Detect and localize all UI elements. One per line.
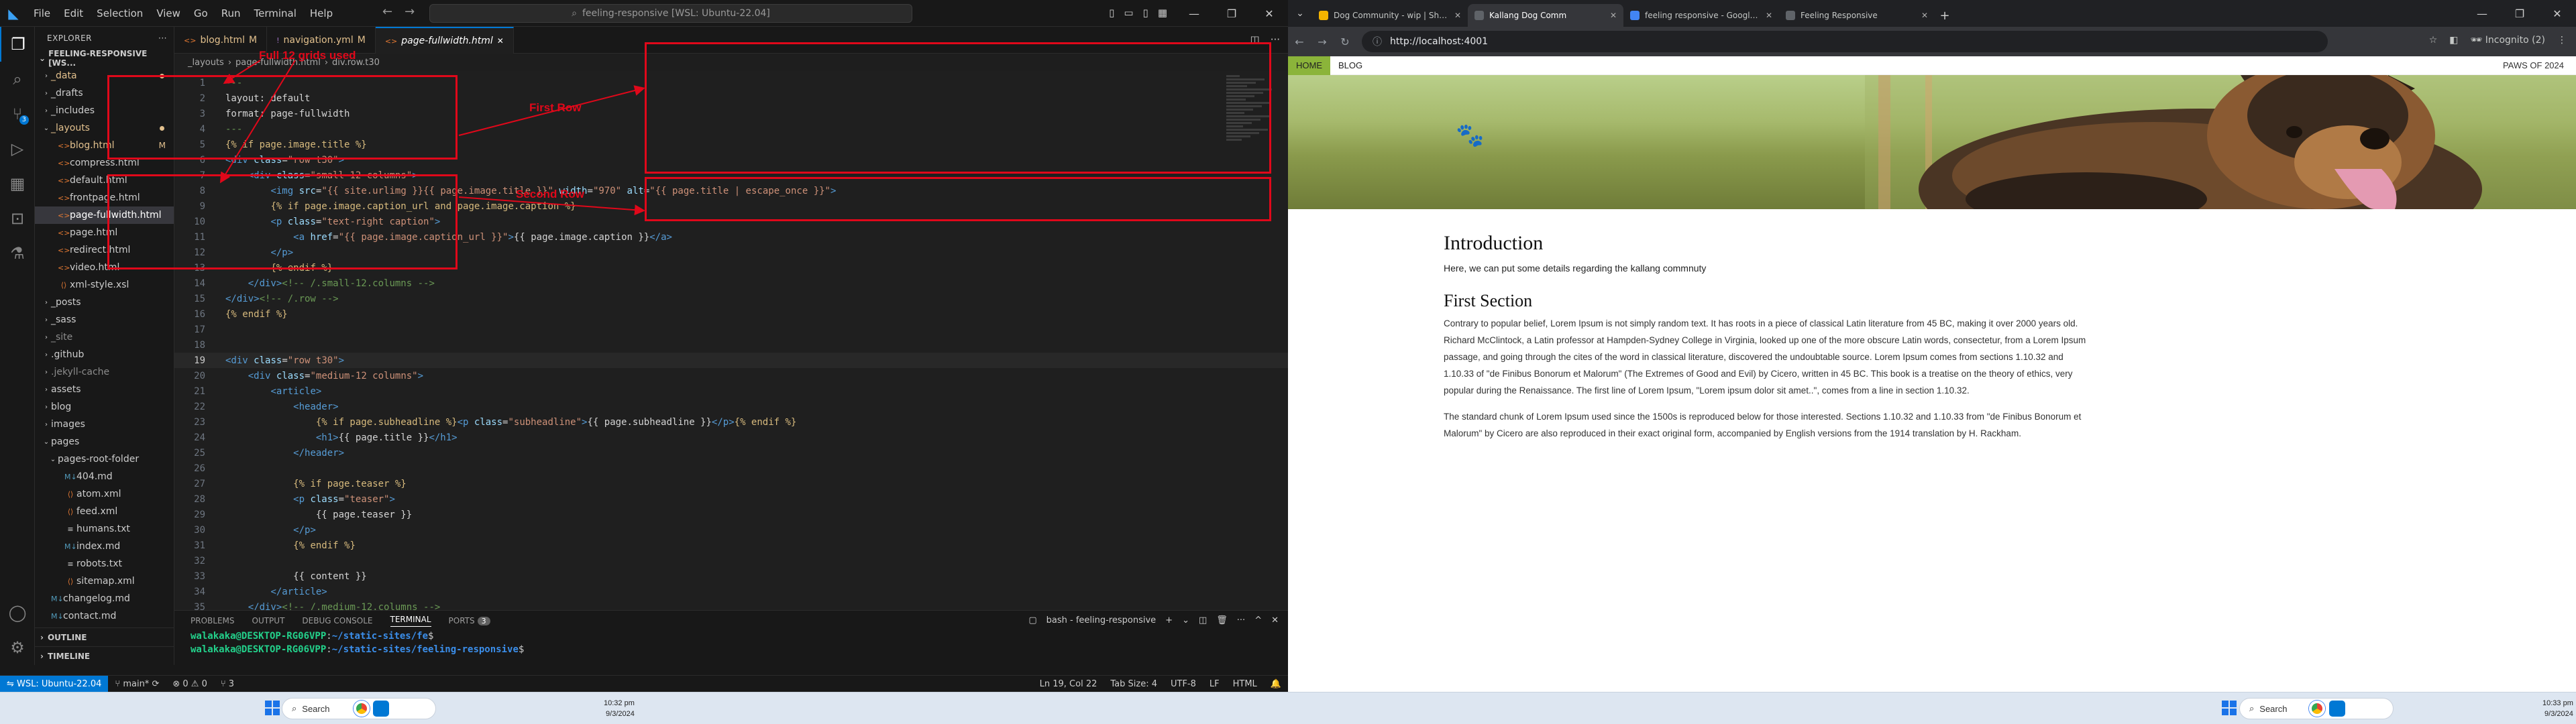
url-text: http://localhost:4001 [1390, 36, 1489, 47]
vscode-app-icon[interactable] [2329, 701, 2345, 717]
clock-left[interactable]: 10:32 pm 9/3/2024 [604, 698, 635, 719]
arrow-to-web-second-row [458, 196, 645, 216]
back-arrow-icon[interactable]: ← [1288, 36, 1311, 48]
webpage: HOME BLOG PAWS OF 2024 🐾 Introduction He… [1288, 56, 2576, 692]
tab-search-icon[interactable]: ⌄ [1288, 0, 1312, 27]
favicon-icon [1319, 11, 1328, 20]
chrome-tabs: Dog Community - wip | Shafik ✕ Kallang Dog… [1312, 4, 1935, 27]
close-tab-icon[interactable]: ✕ [1454, 11, 1461, 20]
paragraph-1: Contrary to popular belief, Lorem Ipsum … [1444, 318, 2086, 396]
chrome-toolbar: ← → ↻ ⓘ http://localhost:4001 ☆ ◧ 🕶 Inco… [1288, 27, 2576, 56]
forward-arrow-icon[interactable]: → [1311, 36, 1334, 48]
browser-tab-title: Dog Community - wip | Shafik [1334, 11, 1449, 20]
menu-kebab-icon[interactable]: ⋮ [2557, 35, 2567, 46]
arrow-to-small-12 [223, 60, 261, 84]
annotation-arrows [219, 60, 645, 216]
close-tab-icon[interactable]: ✕ [1766, 11, 1772, 20]
browser-tab[interactable]: feeling responsive - Google Se ✕ [1623, 4, 1779, 27]
browser-tab[interactable]: Dog Community - wip | Shafik ✕ [1312, 4, 1468, 27]
chrome-app-icon[interactable] [2309, 701, 2325, 717]
site-navbar: HOME BLOG PAWS OF 2024 [1288, 56, 2576, 75]
address-bar[interactable]: ⓘ http://localhost:4001 [1362, 31, 2328, 52]
nav-home-link[interactable]: HOME [1288, 56, 1330, 75]
start-button-icon[interactable] [265, 701, 280, 715]
paragraph-2: The standard chunk of Lorem Ipsum used s… [1444, 412, 2082, 438]
search-icon: ⌕ [292, 703, 297, 713]
browser-tab-title: feeling responsive - Google Se [1645, 11, 1760, 20]
browser-tab-title: Feeling Responsive [1801, 11, 1878, 20]
first-section-title: First Section [1444, 291, 1533, 310]
clock-right[interactable]: 10:33 pm 9/3/2024 [2542, 698, 2573, 719]
bookmark-star-icon[interactable]: ☆ [2429, 35, 2438, 46]
minimize-button[interactable]: — [2463, 0, 2501, 27]
maximize-button[interactable]: ❐ [2501, 0, 2538, 27]
chrome-app-icon[interactable] [354, 701, 370, 717]
search-icon: ⌕ [2249, 703, 2255, 713]
hero-image: 🐾 [1288, 75, 2576, 209]
browser-tab[interactable]: Feeling Responsive ✕ [1779, 4, 1935, 27]
intro-title: Introduction [1444, 232, 1544, 254]
reload-icon[interactable]: ↻ [1334, 36, 1356, 48]
arrow-to-web-first-row [458, 85, 645, 136]
taskbar-right: ⌕ Search 10:33 pm 9/3/2024 [1288, 692, 2576, 724]
close-button[interactable]: ✕ [2538, 0, 2576, 27]
paw-prints-icon: 🐾 [1456, 123, 1485, 148]
browser-tab[interactable]: Kallang Dog Comm ✕ [1468, 4, 1623, 27]
first-section: First Section Contrary to popular belief… [1444, 291, 2088, 442]
site-info-icon[interactable]: ⓘ [1373, 35, 1382, 48]
chrome-window: ⌄ Dog Community - wip | Shafik ✕ Kallang D… [1288, 0, 2576, 692]
taskbar-left: ⌕ Search 10:32 pm 9/3/2024 [0, 692, 1288, 724]
nav-blog-link[interactable]: BLOG [1330, 60, 1371, 70]
favicon-icon [1630, 11, 1640, 20]
intro-text: Here, we can put some details regarding … [1444, 263, 1707, 274]
start-button-icon[interactable] [2222, 701, 2237, 715]
dog-photo [1865, 75, 2576, 209]
vscode-app-icon[interactable] [373, 701, 389, 717]
chrome-right-controls: ☆ ◧ 🕶 Incognito (2) ⋮ [2429, 35, 2567, 46]
favicon-icon [1474, 11, 1484, 20]
favicon-icon [1786, 11, 1795, 20]
intro-section: Introduction Here, we can put some detai… [1444, 232, 2114, 274]
side-panel-icon[interactable]: ◧ [2449, 35, 2458, 46]
close-tab-icon[interactable]: ✕ [1610, 11, 1617, 20]
chrome-window-controls: — ❐ ✕ [2463, 0, 2576, 27]
chrome-tab-bar: ⌄ Dog Community - wip | Shafik ✕ Kallang D… [1288, 0, 2576, 27]
browser-tab-title: Kallang Dog Comm [1489, 11, 1567, 20]
new-tab-button[interactable]: + [1935, 4, 1955, 27]
close-tab-icon[interactable]: ✕ [1921, 11, 1928, 20]
incognito-badge[interactable]: 🕶 Incognito (2) [2471, 35, 2545, 46]
nav-brand[interactable]: PAWS OF 2024 [2503, 60, 2564, 70]
